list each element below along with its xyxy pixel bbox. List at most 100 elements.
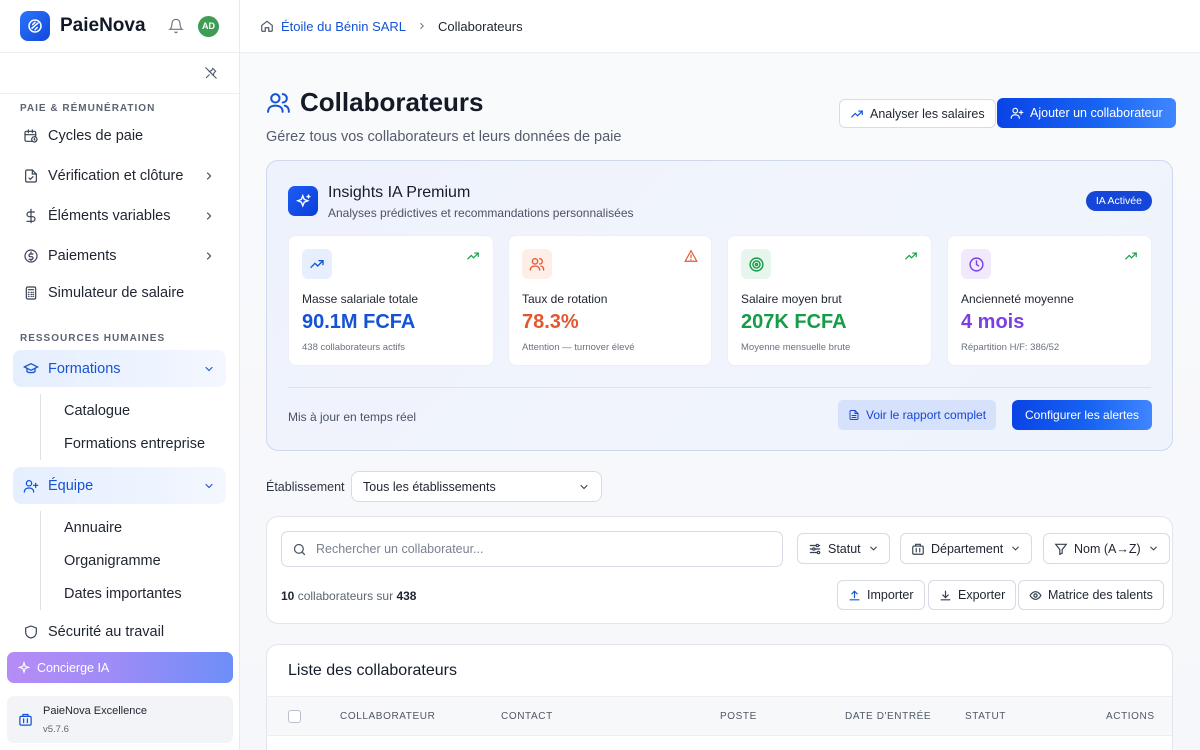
upload-icon (849, 589, 860, 600)
analyze-salaries-label: Analyser les salaires (870, 106, 985, 121)
unpin-icon[interactable] (204, 66, 218, 80)
file-check-icon (25, 169, 37, 183)
kpi-value: 207K FCFA (741, 311, 847, 333)
sidebar-item-label: Vérification et clôture (48, 168, 184, 184)
count-total: 438 (396, 589, 417, 603)
sidebar-item-verification[interactable]: Vérification et clôture (0, 156, 239, 196)
sidebar-subitem-dates[interactable]: Dates importantes (41, 577, 239, 610)
sidebar-item-label: Simulateur de salaire (48, 285, 185, 301)
sidebar-item-label: Cycles de paie (48, 128, 144, 144)
collaborators-list-card: Liste des collaborateurs COLLABORATEUR C… (266, 644, 1173, 750)
dollar-icon (26, 208, 36, 224)
search-filter-card: Statut Département Nom (A→Z) 10 collabor… (266, 516, 1173, 624)
users-icon (522, 249, 552, 279)
kpi-card-seniority[interactable]: Ancienneté moyenne 4 mois Répartition H/… (947, 235, 1152, 366)
status-filter-chip[interactable]: Statut (797, 533, 890, 564)
kpi-card-turnover[interactable]: Taux de rotation 78.3% Attention — turno… (508, 235, 712, 366)
concierge-ia-button[interactable]: Concierge IA (7, 652, 233, 683)
kpi-value: 4 mois (961, 311, 1025, 333)
kpi-card-salary[interactable]: Salaire moyen brut 207K FCFA Moyenne men… (727, 235, 932, 366)
department-filter-chip[interactable]: Département (900, 533, 1033, 564)
sidebar-item-paiements[interactable]: Paiements (0, 236, 239, 276)
building-icon (912, 543, 924, 555)
sidebar-item-variables[interactable]: Éléments variables (0, 196, 239, 236)
sidebar-item-equipe[interactable]: Équipe (13, 467, 226, 504)
sidebar-item-simulateur[interactable]: Simulateur de salaire (0, 276, 239, 310)
page-title: Collaborateurs (300, 87, 484, 117)
table-header: COLLABORATEUR CONTACT POSTE DATE D'ENTRÉ… (267, 696, 1172, 736)
select-all-checkbox[interactable] (288, 710, 301, 723)
users-icon (267, 93, 290, 113)
app-name: PaieNova (60, 15, 146, 36)
configure-alerts-label: Configurer les alertes (1025, 408, 1140, 422)
configure-alerts-button[interactable]: Configurer les alertes (1012, 400, 1153, 430)
export-button[interactable]: Exporter (928, 580, 1017, 610)
kpi-label: Masse salariale totale (302, 292, 419, 306)
sidebar-subitem-formations-entreprise[interactable]: Formations entreprise (41, 427, 239, 460)
search-box[interactable] (281, 531, 783, 567)
view-report-button[interactable]: Voir le rapport complet (838, 400, 997, 430)
download-icon (940, 590, 951, 600)
graduation-cap-icon (23, 362, 39, 373)
search-icon (293, 543, 306, 555)
section-label-payroll: PAIE & RÉMUNÉRATION (20, 103, 156, 114)
clock-icon (961, 249, 991, 279)
insights-divider (288, 387, 1151, 388)
list-title: Liste des collaborateurs (288, 662, 457, 679)
sidebar-item-securite[interactable]: Sécurité au travail (0, 614, 239, 650)
insights-badge-icon (288, 186, 318, 216)
sidebar-item-label: Éléments variables (48, 208, 171, 224)
column-header-contact[interactable]: CONTACT (501, 711, 553, 722)
sort-chip[interactable]: Nom (A→Z) (1043, 533, 1170, 564)
version-number: v5.7.6 (43, 723, 69, 735)
insights-panel: Insights IA Premium Analyses prédictives… (266, 160, 1173, 451)
breadcrumb-company[interactable]: Étoile du Bénin SARL (281, 19, 406, 34)
pin-row (0, 53, 239, 94)
insights-updated-text: Mis à jour en temps réel (288, 410, 417, 424)
sparkles-icon (17, 660, 31, 674)
column-header-poste[interactable]: POSTE (720, 711, 757, 722)
app-logo[interactable] (20, 11, 50, 41)
kpi-note: Attention — turnover élevé (522, 342, 635, 353)
kpi-note: Moyenne mensuelle brute (741, 342, 851, 353)
kpi-label: Taux de rotation (522, 292, 608, 306)
count-shown: 10 (281, 589, 295, 603)
establishment-select[interactable]: Tous les établissements (351, 471, 602, 502)
sidebar-item-cycles[interactable]: Cycles de paie (0, 116, 239, 156)
trend-up-icon (467, 252, 479, 260)
brand-row: PaieNova AD (0, 0, 239, 53)
equipe-sublist: Annuaire Organigramme Dates importantes (40, 511, 239, 610)
breadcrumb-current: Collaborateurs (438, 18, 523, 34)
column-header-statut[interactable]: STATUT (965, 711, 1006, 722)
column-header-collaborateur[interactable]: COLLABORATEUR (340, 711, 435, 722)
sidebar-item-label: Équipe (48, 477, 94, 494)
column-header-date-entree[interactable]: DATE D'ENTRÉE (845, 711, 931, 722)
calendar-clock-icon (24, 129, 38, 143)
chevron-right-icon (420, 23, 424, 29)
talent-matrix-label: Matrice des talents (1048, 588, 1153, 602)
chevron-right-icon (206, 252, 212, 260)
sidebar-subitem-annuaire[interactable]: Annuaire (41, 511, 239, 544)
home-icon[interactable] (260, 19, 274, 33)
talent-matrix-button[interactable]: Matrice des talents (1018, 580, 1164, 610)
import-button[interactable]: Importer (837, 580, 925, 610)
establishment-label: Établissement (266, 480, 345, 494)
avatar[interactable]: AD (198, 15, 219, 37)
section-label-hr: RESSOURCES HUMAINES (20, 333, 166, 344)
sidebar-item-formations[interactable]: Formations (13, 350, 226, 387)
calculator-icon (25, 286, 37, 300)
kpi-card-payroll[interactable]: Masse salariale totale 90.1M FCFA 438 co… (288, 235, 494, 366)
insights-title: Insights IA Premium (328, 184, 471, 201)
analyze-salaries-button[interactable]: Analyser les salaires (839, 99, 996, 128)
trend-up-icon (1125, 252, 1137, 260)
sidebar-subitem-organigramme[interactable]: Organigramme (41, 544, 239, 577)
sidebar-subitem-catalogue[interactable]: Catalogue (41, 394, 239, 427)
count-text: collaborateurs sur (297, 589, 394, 603)
bell-icon[interactable] (168, 18, 184, 34)
add-collaborator-button[interactable]: Ajouter un collaborateur (997, 98, 1176, 128)
logo-icon (28, 19, 42, 33)
sliders-icon (809, 543, 821, 554)
sparkles-icon (295, 193, 311, 208)
search-input[interactable] (316, 542, 756, 556)
export-label: Exporter (958, 588, 1006, 602)
